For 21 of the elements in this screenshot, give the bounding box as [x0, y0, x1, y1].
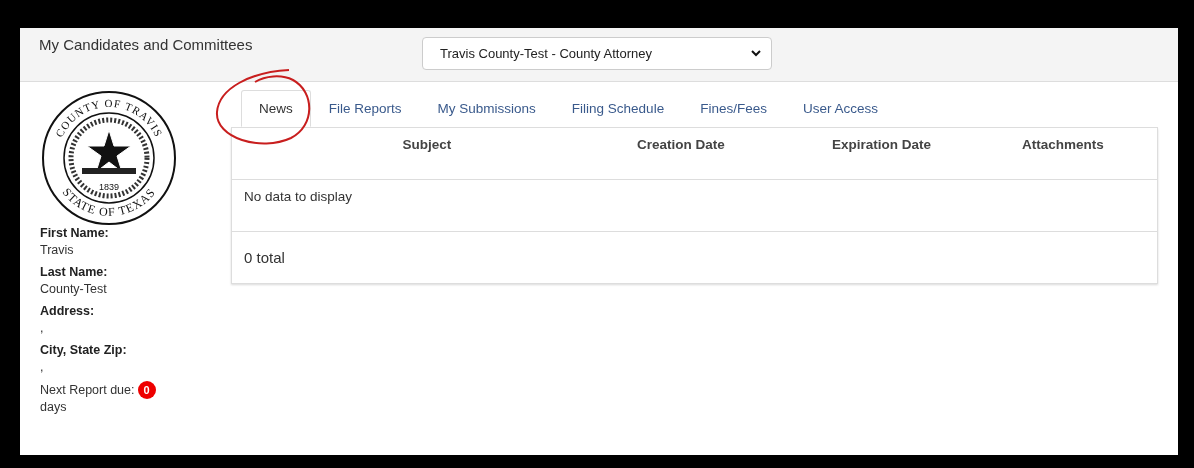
field-label: Last Name:	[40, 264, 109, 281]
chevron-down-icon	[751, 50, 761, 57]
field-value: ,	[40, 320, 45, 337]
field-value: Travis	[40, 242, 75, 259]
field-value: ,	[40, 359, 45, 376]
total-count: 0 total	[243, 248, 286, 268]
column-header[interactable]: Creation Date	[622, 128, 817, 179]
field-label: First Name:	[40, 225, 110, 242]
field-value: County-Test	[40, 281, 108, 298]
page-title: My Candidates and Committees	[39, 36, 254, 53]
tab[interactable]: News	[241, 90, 311, 127]
column-header[interactable]: Expiration Date	[817, 128, 1007, 179]
committee-select[interactable]: Travis County-Test - County Attorney	[422, 37, 772, 70]
empty-message: No data to display	[232, 180, 1157, 232]
count-badge: 0	[137, 381, 156, 399]
field-label: City, State Zip:	[40, 342, 128, 359]
next-report-label: Next Report due:	[40, 381, 135, 399]
days-label: days	[40, 399, 68, 416]
column-header[interactable]: Attachments	[1007, 128, 1157, 179]
field-label: Address:	[40, 303, 96, 320]
column-header[interactable]: Subject	[232, 128, 622, 179]
